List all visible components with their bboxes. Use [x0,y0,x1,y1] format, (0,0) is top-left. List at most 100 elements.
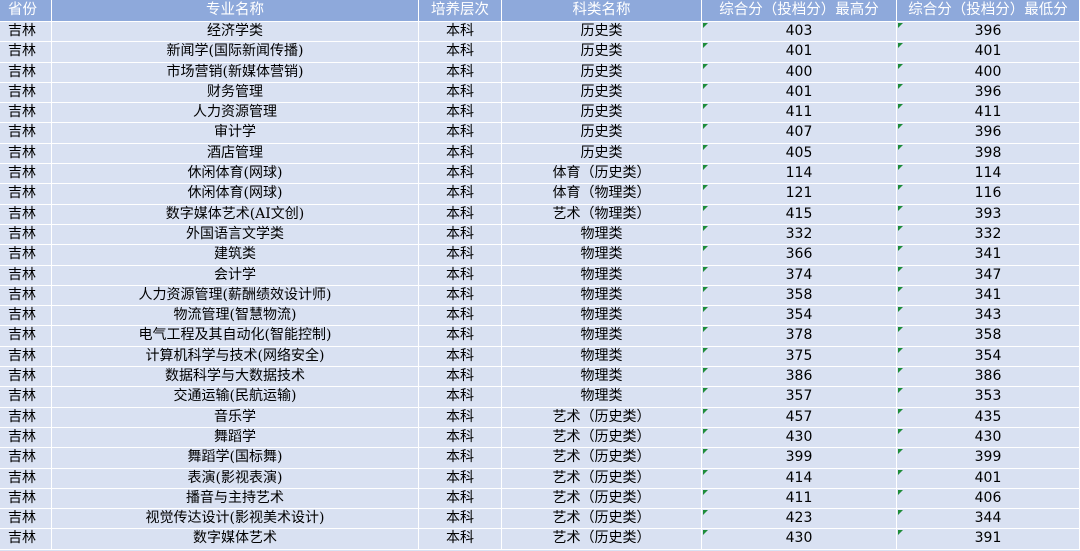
max-score-cell[interactable]: 378 [702,326,897,346]
min-score-cell[interactable]: 396 [897,82,1080,103]
province-cell[interactable]: 吉林 [0,22,52,42]
major-name-cell[interactable]: 物流管理(智慧物流) [52,306,419,326]
major-name-cell[interactable]: 财务管理 [52,82,419,103]
category-cell[interactable]: 艺术（历史类） [502,407,702,427]
category-cell[interactable]: 艺术（物理类） [502,204,702,224]
province-cell[interactable]: 吉林 [0,306,52,326]
major-name-cell[interactable]: 数字媒体艺术 [52,529,419,549]
province-cell[interactable]: 吉林 [0,387,52,407]
province-cell[interactable]: 吉林 [0,448,52,468]
major-name-cell[interactable]: 经济学类 [52,22,419,42]
level-cell[interactable]: 本科 [419,468,502,488]
major-name-cell[interactable]: 电气工程及其自动化(智能控制) [52,326,419,346]
category-cell[interactable]: 物理类 [502,367,702,387]
major-name-cell[interactable]: 人力资源管理 [52,103,419,123]
category-cell[interactable]: 物理类 [502,326,702,346]
major-name-cell[interactable]: 播音与主持艺术 [52,488,419,509]
category-cell[interactable]: 物理类 [502,285,702,306]
category-cell[interactable]: 历史类 [502,42,702,62]
max-score-cell[interactable]: 430 [702,427,897,448]
level-cell[interactable]: 本科 [419,103,502,123]
category-cell[interactable]: 体育（物理类） [502,184,702,204]
province-cell[interactable]: 吉林 [0,427,52,448]
max-score-cell[interactable]: 423 [702,509,897,529]
level-cell[interactable]: 本科 [419,529,502,549]
level-cell[interactable]: 本科 [419,306,502,326]
province-cell[interactable]: 吉林 [0,184,52,204]
category-cell[interactable]: 物理类 [502,387,702,407]
province-cell[interactable]: 吉林 [0,367,52,387]
level-cell[interactable]: 本科 [419,22,502,42]
min-score-cell[interactable]: 341 [897,285,1080,306]
max-score-cell[interactable]: 332 [702,224,897,245]
header-province[interactable]: 省份 [0,0,52,21]
min-score-cell[interactable]: 391 [897,529,1080,549]
min-score-cell[interactable]: 401 [897,468,1080,488]
min-score-cell[interactable]: 393 [897,204,1080,224]
max-score-cell[interactable]: 354 [702,306,897,326]
category-cell[interactable]: 历史类 [502,103,702,123]
min-score-cell[interactable]: 114 [897,164,1080,184]
category-cell[interactable]: 艺术（历史类） [502,529,702,549]
major-name-cell[interactable]: 数据科学与大数据技术 [52,367,419,387]
min-score-cell[interactable]: 332 [897,224,1080,245]
header-min-score[interactable]: 综合分（投档分）最低分 [897,0,1080,21]
major-name-cell[interactable]: 外国语言文学类 [52,224,419,245]
header-subject-category[interactable]: 科类名称 [502,0,702,21]
category-cell[interactable]: 历史类 [502,82,702,103]
major-name-cell[interactable]: 休闲体育(网球) [52,184,419,204]
major-name-cell[interactable]: 视觉传达设计(影视美术设计) [52,509,419,529]
major-name-cell[interactable]: 表演(影视表演) [52,468,419,488]
min-score-cell[interactable]: 116 [897,184,1080,204]
province-cell[interactable]: 吉林 [0,224,52,245]
max-score-cell[interactable]: 374 [702,265,897,285]
min-score-cell[interactable]: 358 [897,326,1080,346]
major-name-cell[interactable]: 市场营销(新媒体营销) [52,62,419,82]
level-cell[interactable]: 本科 [419,387,502,407]
major-name-cell[interactable]: 审计学 [52,123,419,143]
max-score-cell[interactable]: 401 [702,82,897,103]
major-name-cell[interactable]: 建筑类 [52,245,419,265]
header-education-level[interactable]: 培养层次 [419,0,502,21]
category-cell[interactable]: 艺术（历史类） [502,448,702,468]
level-cell[interactable]: 本科 [419,164,502,184]
min-score-cell[interactable]: 354 [897,346,1080,367]
category-cell[interactable]: 物理类 [502,306,702,326]
level-cell[interactable]: 本科 [419,326,502,346]
min-score-cell[interactable]: 430 [897,427,1080,448]
max-score-cell[interactable]: 401 [702,42,897,62]
province-cell[interactable]: 吉林 [0,82,52,103]
major-name-cell[interactable]: 交通运输(民航运输) [52,387,419,407]
max-score-cell[interactable]: 375 [702,346,897,367]
min-score-cell[interactable]: 435 [897,407,1080,427]
min-score-cell[interactable]: 411 [897,103,1080,123]
province-cell[interactable]: 吉林 [0,204,52,224]
category-cell[interactable]: 历史类 [502,143,702,164]
province-cell[interactable]: 吉林 [0,285,52,306]
min-score-cell[interactable]: 386 [897,367,1080,387]
level-cell[interactable]: 本科 [419,204,502,224]
province-cell[interactable]: 吉林 [0,123,52,143]
province-cell[interactable]: 吉林 [0,346,52,367]
max-score-cell[interactable]: 411 [702,488,897,509]
province-cell[interactable]: 吉林 [0,103,52,123]
level-cell[interactable]: 本科 [419,123,502,143]
category-cell[interactable]: 物理类 [502,224,702,245]
header-max-score[interactable]: 综合分（投档分）最高分 [702,0,897,21]
major-name-cell[interactable]: 音乐学 [52,407,419,427]
max-score-cell[interactable]: 411 [702,103,897,123]
province-cell[interactable]: 吉林 [0,143,52,164]
category-cell[interactable]: 艺术（历史类） [502,488,702,509]
max-score-cell[interactable]: 121 [702,184,897,204]
min-score-cell[interactable]: 396 [897,123,1080,143]
max-score-cell[interactable]: 407 [702,123,897,143]
province-cell[interactable]: 吉林 [0,407,52,427]
min-score-cell[interactable]: 396 [897,22,1080,42]
level-cell[interactable]: 本科 [419,42,502,62]
min-score-cell[interactable]: 401 [897,42,1080,62]
level-cell[interactable]: 本科 [419,184,502,204]
category-cell[interactable]: 物理类 [502,346,702,367]
level-cell[interactable]: 本科 [419,224,502,245]
major-name-cell[interactable]: 休闲体育(网球) [52,164,419,184]
level-cell[interactable]: 本科 [419,265,502,285]
